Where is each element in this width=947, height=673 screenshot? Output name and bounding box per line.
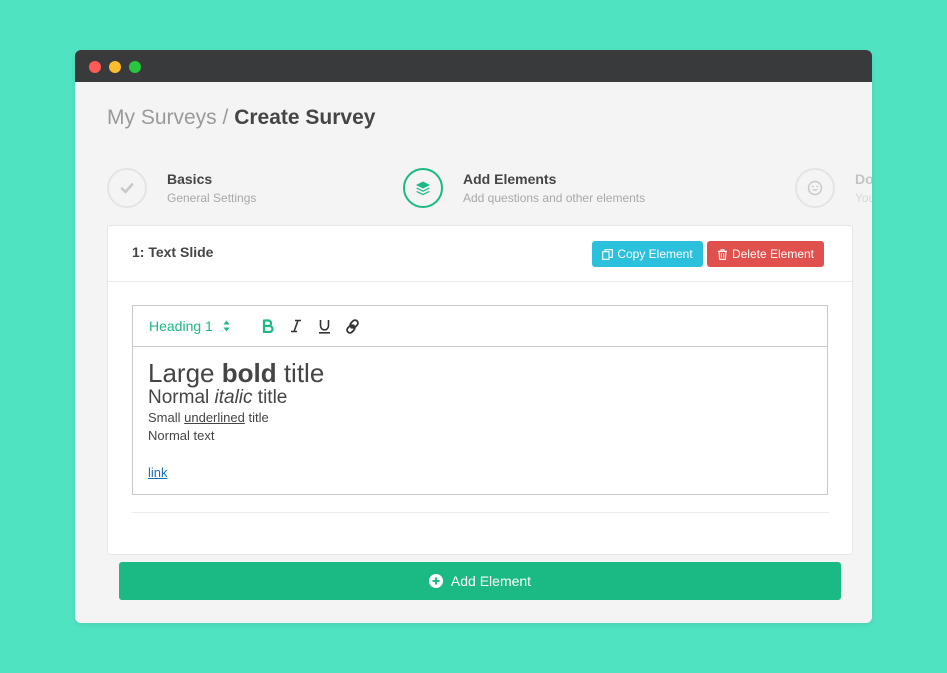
close-window-button[interactable] (89, 61, 101, 73)
step-add-elements-subtitle: Add questions and other elements (463, 191, 646, 205)
window-titlebar (75, 50, 872, 82)
minimize-window-button[interactable] (109, 61, 121, 73)
wizard-steps: Basics General Settings Add Elements Add… (75, 168, 872, 212)
element-title: 1: Text Slide (132, 244, 214, 260)
copy-element-button[interactable]: Copy Element (592, 241, 703, 267)
italic-icon (291, 319, 301, 333)
trash-icon (717, 248, 727, 260)
small-title-underlined: underlined (184, 410, 245, 425)
page-title: Create Survey (234, 106, 376, 129)
delete-element-button[interactable]: Delete Element (707, 241, 824, 267)
normal-title-line: Normal italic title (148, 387, 812, 409)
heading-select-value: Heading 1 (149, 318, 213, 334)
normal-title-italic: italic (214, 387, 253, 408)
copy-element-label: Copy Element (617, 247, 693, 261)
normal-title-pre: Normal (148, 387, 215, 408)
step-done-subtitle: You (855, 191, 872, 205)
add-element-label: Add Element (450, 573, 532, 589)
delete-element-label: Delete Element (731, 247, 815, 261)
sort-arrows-icon (223, 320, 230, 332)
underline-icon (318, 319, 330, 334)
large-title-line: Large bold title (148, 359, 812, 387)
heading-select[interactable]: Heading 1 (149, 318, 230, 334)
app-window: My Surveys / Create Survey Basics Genera… (75, 50, 872, 623)
layers-icon (416, 181, 430, 196)
plus-circle-icon (428, 574, 443, 588)
large-title-post: title (276, 358, 325, 388)
small-title-pre: Small (148, 410, 185, 425)
normal-title-post: title (252, 387, 288, 408)
step-basics-subtitle: General Settings (167, 191, 257, 205)
step-done-title: Do (855, 171, 872, 187)
link-button[interactable] (343, 317, 361, 335)
copy-icon (602, 248, 614, 260)
check-icon (120, 183, 134, 194)
smile-icon (807, 180, 823, 196)
card-divider (132, 512, 829, 513)
rich-text-editor[interactable]: Heading 1 Large bold title Normal italic… (132, 305, 828, 495)
link-icon (345, 318, 359, 334)
normal-text-line: Normal text (148, 428, 215, 443)
element-card-header: 1: Text Slide Copy Element Delete Elemen… (108, 226, 852, 282)
underline-button[interactable] (315, 317, 333, 335)
editor-toolbar: Heading 1 (133, 306, 827, 347)
large-title-bold: bold (221, 358, 277, 388)
step-done-circle (795, 168, 835, 208)
maximize-window-button[interactable] (129, 61, 141, 73)
breadcrumb-separator: / (216, 106, 235, 129)
content-link[interactable]: link (148, 464, 812, 482)
bold-icon (262, 319, 274, 333)
step-basics-circle (107, 168, 147, 208)
bold-button[interactable] (259, 317, 277, 335)
small-title-post: title (244, 410, 269, 425)
element-card: 1: Text Slide Copy Element Delete Elemen… (107, 225, 853, 555)
step-basics-title: Basics (167, 171, 213, 187)
large-title-pre: Large (148, 358, 222, 388)
editor-content[interactable]: Large bold title Normal italic title Sma… (133, 347, 827, 494)
breadcrumb: My Surveys / Create Survey (107, 106, 375, 130)
breadcrumb-parent-link[interactable]: My Surveys (107, 106, 217, 129)
step-add-elements-circle (403, 168, 443, 208)
small-title-line: Small underlined title (148, 409, 812, 427)
step-add-elements-title: Add Elements (463, 171, 557, 187)
italic-button[interactable] (287, 317, 305, 335)
add-element-button[interactable]: Add Element (119, 562, 841, 600)
